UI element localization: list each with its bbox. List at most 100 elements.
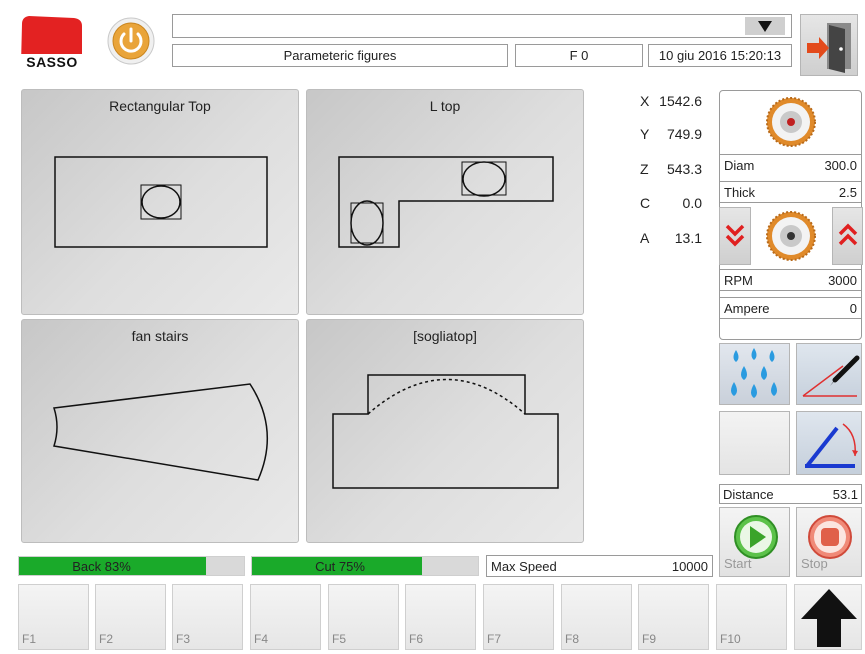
- axis-row-c: C 0.0: [640, 195, 702, 211]
- play-icon: [734, 515, 778, 559]
- angle-button[interactable]: [796, 411, 862, 475]
- cut-progress-label-wrap: Cut 75%: [252, 557, 478, 575]
- chevron-down-icon: [758, 21, 772, 32]
- function-key-label: F2: [99, 632, 114, 646]
- function-key-f10[interactable]: F10: [716, 584, 787, 650]
- max-speed-label: Max Speed: [491, 558, 557, 574]
- figure-tile-l-top[interactable]: L top: [306, 89, 584, 315]
- diam-row: Diam 300.0: [720, 154, 861, 176]
- axis-name: C: [640, 195, 651, 211]
- cut-progress-bar: Cut 75%: [251, 556, 479, 576]
- diam-label: Diam: [724, 158, 755, 173]
- blade-up-button[interactable]: [832, 207, 863, 265]
- axis-value: 749.9: [666, 126, 702, 142]
- stop-label: Stop: [801, 556, 828, 571]
- function-key-label: F9: [642, 632, 657, 646]
- logo-text: SASSO: [26, 54, 78, 70]
- axis-value: 13.1: [674, 230, 702, 246]
- datetime-text: 10 giu 2016 15:20:13: [658, 48, 782, 63]
- axis-name: Z: [640, 161, 649, 177]
- function-key-f2[interactable]: F2: [95, 584, 166, 650]
- thick-row: Thick 2.5: [720, 181, 861, 203]
- power-icon: [107, 17, 155, 65]
- function-code-text: F 0: [569, 48, 589, 63]
- function-key-f6[interactable]: F6: [405, 584, 476, 650]
- function-key-label: F4: [254, 632, 269, 646]
- function-key-label: F8: [565, 632, 580, 646]
- blade-down-button[interactable]: [719, 207, 751, 265]
- exit-button[interactable]: [800, 14, 858, 76]
- start-label: Start: [724, 556, 752, 571]
- laser-pen-icon: [802, 355, 860, 397]
- function-key-f4[interactable]: F4: [250, 584, 321, 650]
- laser-button[interactable]: [796, 343, 862, 405]
- stop-icon: [808, 515, 852, 559]
- double-chevron-down-icon: [725, 224, 745, 247]
- exit-door-icon: [807, 23, 851, 73]
- l-top-shape-icon: [338, 156, 554, 248]
- axis-name: Y: [640, 126, 650, 142]
- power-button[interactable]: [106, 16, 156, 66]
- rpm-label: RPM: [724, 272, 753, 288]
- water-drops-icon: [731, 348, 777, 398]
- double-chevron-up-icon: [838, 223, 858, 246]
- up-arrow-button[interactable]: [794, 584, 862, 650]
- datetime-display: 10 giu 2016 15:20:13: [648, 44, 792, 67]
- angle-measure-icon: [805, 423, 858, 468]
- fan-stairs-shape-icon: [53, 383, 269, 481]
- back-progress-bar: Back 83%: [18, 556, 245, 576]
- empty-tool-button[interactable]: [719, 411, 790, 475]
- program-dropdown[interactable]: [172, 14, 792, 38]
- function-key-f9[interactable]: F9: [638, 584, 709, 650]
- thick-value: 2.5: [838, 184, 857, 200]
- figure-tile-sogliatop[interactable]: [sogliatop]: [306, 319, 584, 543]
- start-button[interactable]: Start: [719, 507, 790, 577]
- figure-tile-rectangular-top[interactable]: Rectangular Top: [21, 89, 299, 315]
- back-progress-label-wrap: Back 83%: [19, 557, 244, 575]
- axis-row-x: X 1542.6: [640, 93, 702, 109]
- diam-value: 300.0: [824, 158, 857, 173]
- sasso-logo: SASSO: [18, 14, 86, 74]
- axis-row-z: Z 543.3: [640, 161, 702, 177]
- water-button[interactable]: [719, 343, 790, 405]
- dropdown-arrow-button[interactable]: [745, 17, 785, 35]
- function-key-label: F3: [176, 632, 191, 646]
- function-key-label: F10: [720, 632, 741, 646]
- arrow-up-icon: [801, 589, 857, 647]
- blade-speed-icon: [766, 211, 816, 261]
- distance-value: 53.1: [832, 486, 858, 502]
- function-key-f3[interactable]: F3: [172, 584, 243, 650]
- function-key-f5[interactable]: F5: [328, 584, 399, 650]
- rpm-value: 3000: [828, 272, 857, 288]
- axis-value: 1542.6: [659, 93, 702, 109]
- ampere-label: Ampere: [724, 300, 770, 316]
- max-speed-value: 10000: [671, 558, 708, 574]
- axis-value: 0.0: [682, 195, 702, 211]
- axis-value: 543.3: [666, 161, 702, 177]
- function-key-f1[interactable]: F1: [18, 584, 89, 650]
- blade-icon: [766, 97, 816, 147]
- program-title-text: Parameteric figures: [283, 48, 397, 63]
- function-key-label: F6: [409, 632, 424, 646]
- distance-label: Distance: [723, 486, 774, 502]
- figure-tile-fan-stairs[interactable]: fan stairs: [21, 319, 299, 543]
- function-key-label: F5: [332, 632, 347, 646]
- stop-button[interactable]: Stop: [796, 507, 862, 577]
- function-code: F 0: [515, 44, 643, 67]
- function-key-f8[interactable]: F8: [561, 584, 632, 650]
- distance-display: Distance 53.1: [719, 484, 862, 504]
- axis-row-y: Y 749.9: [640, 126, 702, 142]
- rpm-row: RPM 3000: [720, 269, 861, 291]
- function-key-f7[interactable]: F7: [483, 584, 554, 650]
- function-key-label: F7: [487, 632, 502, 646]
- ampere-value: 0: [849, 300, 857, 316]
- axis-name: A: [640, 230, 650, 246]
- ampere-row: Ampere 0: [720, 297, 861, 319]
- sogliatop-shape-icon: [332, 374, 559, 489]
- rectangular-top-shape-icon: [54, 156, 268, 248]
- thick-label: Thick: [724, 184, 756, 200]
- function-key-label: F1: [22, 632, 37, 646]
- program-title: Parameteric figures: [172, 44, 508, 67]
- back-progress-label: Back 83%: [72, 558, 131, 574]
- axis-row-a: A 13.1: [640, 230, 702, 246]
